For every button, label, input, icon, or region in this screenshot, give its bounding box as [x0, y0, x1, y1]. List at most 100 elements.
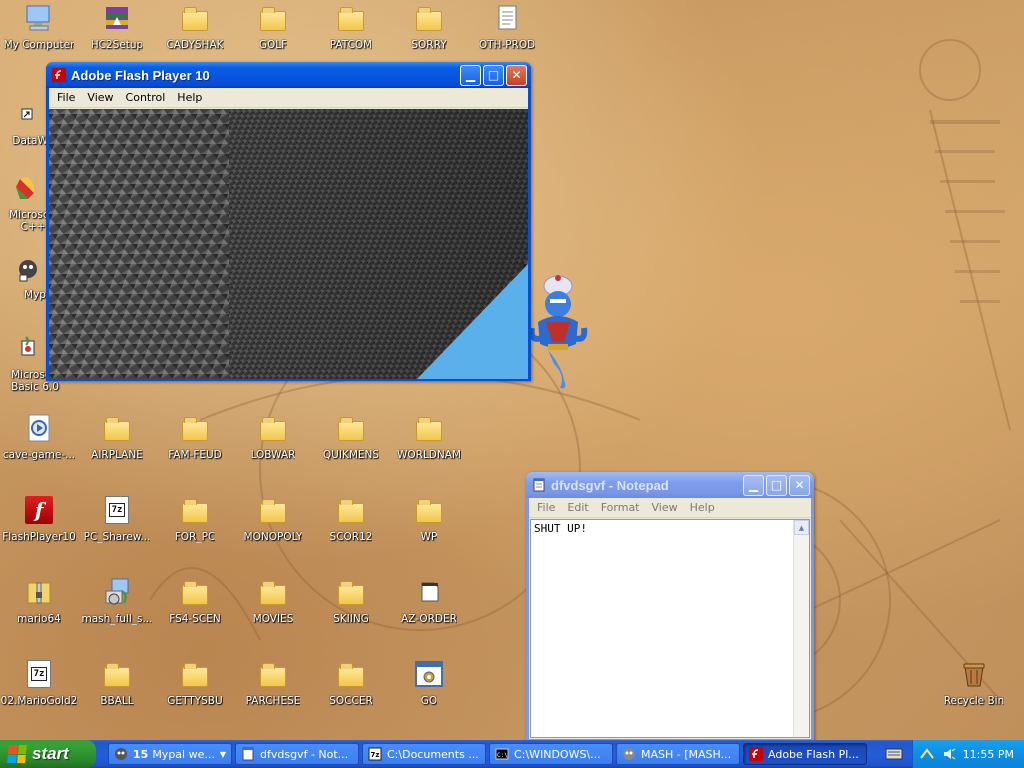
minimize-button[interactable]: ▁ [743, 474, 764, 496]
task-label: C:\WINDOWS\... [514, 747, 601, 761]
desktop-icon-my-computer[interactable]: My Computer [0, 2, 78, 64]
desktop-icon-label: PATCOM [329, 39, 373, 51]
desktop-icon-golf[interactable]: GOLF [234, 2, 312, 64]
desktop-icon-fam-feud[interactable]: FAM-FEUD [156, 412, 234, 474]
desktop-icon-airplane[interactable]: AIRPLANE [78, 412, 156, 474]
desktop-icon-fs4-scen[interactable]: FS4-SCEN [156, 576, 234, 638]
start-label: start [32, 744, 69, 763]
desktop-icon-sorry[interactable]: SORRY [390, 2, 468, 64]
windows-logo-icon [7, 745, 27, 763]
window-title: Adobe Flash Player 10 [71, 67, 210, 83]
desktop-icon-az-order[interactable]: AZ-ORDER [390, 576, 468, 638]
folder-icon [338, 663, 364, 687]
flash-player-window[interactable]: Adobe Flash Player 10 ▁ □ ✕ File View Co… [46, 62, 531, 381]
desktop-icon-worldnam[interactable]: WORLDNAM [390, 412, 468, 474]
folder-icon [182, 417, 208, 441]
desktop-icon-pc-sharew[interactable]: 7z PC_Sharew... [78, 494, 156, 556]
desktop-icon-cadyshak[interactable]: CADYSHAK [156, 2, 234, 64]
close-icon: ✕ [794, 478, 805, 492]
menu-file[interactable]: File [531, 501, 561, 514]
desktop-icon-label: WP [420, 531, 438, 543]
flash-game-canvas[interactable] [49, 109, 528, 379]
svg-text:C:\: C:\ [497, 752, 508, 759]
desktop-icon-label: QUIKMENS [322, 449, 380, 461]
taskbar-button-documents[interactable]: 7z C:\Documents ... [362, 743, 486, 765]
task-label: C:\Documents ... [387, 747, 479, 761]
desktop-icon-go[interactable]: GO [390, 658, 468, 720]
notepad-window[interactable]: dfvdsgvf - Notepad ▁ □ ✕ File Edit Forma… [526, 472, 814, 742]
desktop-icon-cave-game[interactable]: cave-game-... [0, 412, 78, 474]
desktop-icon-lobwar[interactable]: LOBWAR [234, 412, 312, 474]
desktop-icon-monopoly[interactable]: MONOPOLY [234, 494, 312, 556]
network-icon[interactable] [919, 746, 935, 762]
start-button[interactable]: start [0, 740, 96, 768]
genie-character-icon [528, 275, 588, 389]
scroll-up-button[interactable]: ▲ [794, 520, 809, 535]
desktop-icon-soccer[interactable]: SOCCER [312, 658, 390, 720]
menu-view[interactable]: View [646, 501, 684, 514]
desktop-icon-label: HC2Setup [90, 39, 144, 51]
minimize-button[interactable]: ▁ [460, 64, 481, 86]
keyboard-icon [885, 748, 903, 760]
task-label: Adobe Flash Pl... [768, 747, 859, 761]
flash-player-icon: f [25, 496, 53, 524]
keyboard-language-button[interactable] [884, 744, 904, 764]
flash-icon [749, 747, 763, 761]
desktop-icon-quikmens[interactable]: QUIKMENS [312, 412, 390, 474]
desktop-icon-bball[interactable]: BBALL [78, 658, 156, 720]
menu-format[interactable]: Format [595, 501, 646, 514]
console-icon: C:\ [495, 747, 509, 761]
menu-file[interactable]: File [51, 91, 81, 104]
maximize-button[interactable]: □ [483, 64, 504, 86]
desktop-icon-wp[interactable]: WP [390, 494, 468, 556]
genie-assistant[interactable] [528, 272, 592, 392]
desktop-icon-oth-prod[interactable]: OTH-PROD [468, 2, 546, 64]
mypal-shortcut-icon [7, 252, 39, 284]
window-title: dfvdsgvf - Notepad [551, 477, 669, 493]
desktop-icon-gettysbu[interactable]: GETTYSBU [156, 658, 234, 720]
desktop-icon-label: AZ-ORDER [401, 613, 457, 625]
task-label: Mypal we... [152, 747, 215, 761]
clock: 11:55 PM [962, 747, 1014, 761]
notepad-window-titlebar[interactable]: dfvdsgvf - Notepad ▁ □ ✕ [526, 472, 814, 498]
taskbar-button-cmd[interactable]: C:\ C:\WINDOWS\... [489, 743, 613, 765]
desktop-icon-label: AIRPLANE [91, 449, 143, 461]
desktop-icon-label: FOR_PC [174, 531, 216, 543]
desktop-icon-mash-full[interactable]: mash_full_s... [78, 576, 156, 638]
desktop-icon-label: Myp [24, 289, 46, 301]
menu-help[interactable]: Help [171, 91, 208, 104]
folder-icon [338, 417, 364, 441]
installer-icon [101, 576, 133, 608]
volume-icon[interactable] [941, 746, 957, 762]
taskbar-button-flash[interactable]: Adobe Flash Pl... [743, 743, 867, 765]
notepad-menubar: File Edit Format View Help [529, 498, 811, 518]
flash-window-titlebar[interactable]: Adobe Flash Player 10 ▁ □ ✕ [46, 62, 531, 88]
desktop-icon-label: SORRY [411, 39, 447, 51]
desktop-icon-flashplayer10[interactable]: f FlashPlayer10 [0, 494, 78, 556]
desktop-icon-movies[interactable]: MOVIES [234, 576, 312, 638]
maximize-button[interactable]: □ [766, 474, 787, 496]
desktop-icon-for-pc[interactable]: FOR_PC [156, 494, 234, 556]
desktop-icon-mario64[interactable]: mario64 [0, 576, 78, 638]
desktop-icon-recycle-bin[interactable]: Recycle Bin [935, 658, 1013, 720]
notepad-content: SHUT UP! [534, 522, 587, 535]
desktop-icon-hc2setup[interactable]: HC2Setup [78, 2, 156, 64]
desktop-icon-mariogold2[interactable]: 7z 02.MarioGold2 [0, 658, 78, 720]
taskbar-button-notepad[interactable]: dfvdsgvf - Not... [235, 743, 359, 765]
desktop-icon-label: MONOPOLY [243, 531, 303, 543]
notepad-text-area[interactable]: SHUT UP! ▲ [530, 519, 810, 738]
menu-help[interactable]: Help [684, 501, 721, 514]
menu-view[interactable]: View [81, 91, 119, 104]
desktop-icon-skiing[interactable]: SKIING [312, 576, 390, 638]
desktop-icon-patcom[interactable]: PATCOM [312, 2, 390, 64]
taskbar-button-mypal[interactable]: 15 Mypal we... ▼ [108, 743, 232, 765]
desktop-icon-label: OTH-PROD [478, 39, 536, 51]
close-button[interactable]: ✕ [789, 474, 810, 496]
menu-edit[interactable]: Edit [561, 501, 594, 514]
vertical-scrollbar[interactable]: ▲ [793, 520, 809, 737]
desktop-icon-parchese[interactable]: PARCHESE [234, 658, 312, 720]
menu-control[interactable]: Control [120, 91, 172, 104]
close-button[interactable]: ✕ [506, 64, 527, 86]
desktop-icon-scor12[interactable]: SCOR12 [312, 494, 390, 556]
taskbar-button-mash[interactable]: MASH - [MASH... [616, 743, 740, 765]
